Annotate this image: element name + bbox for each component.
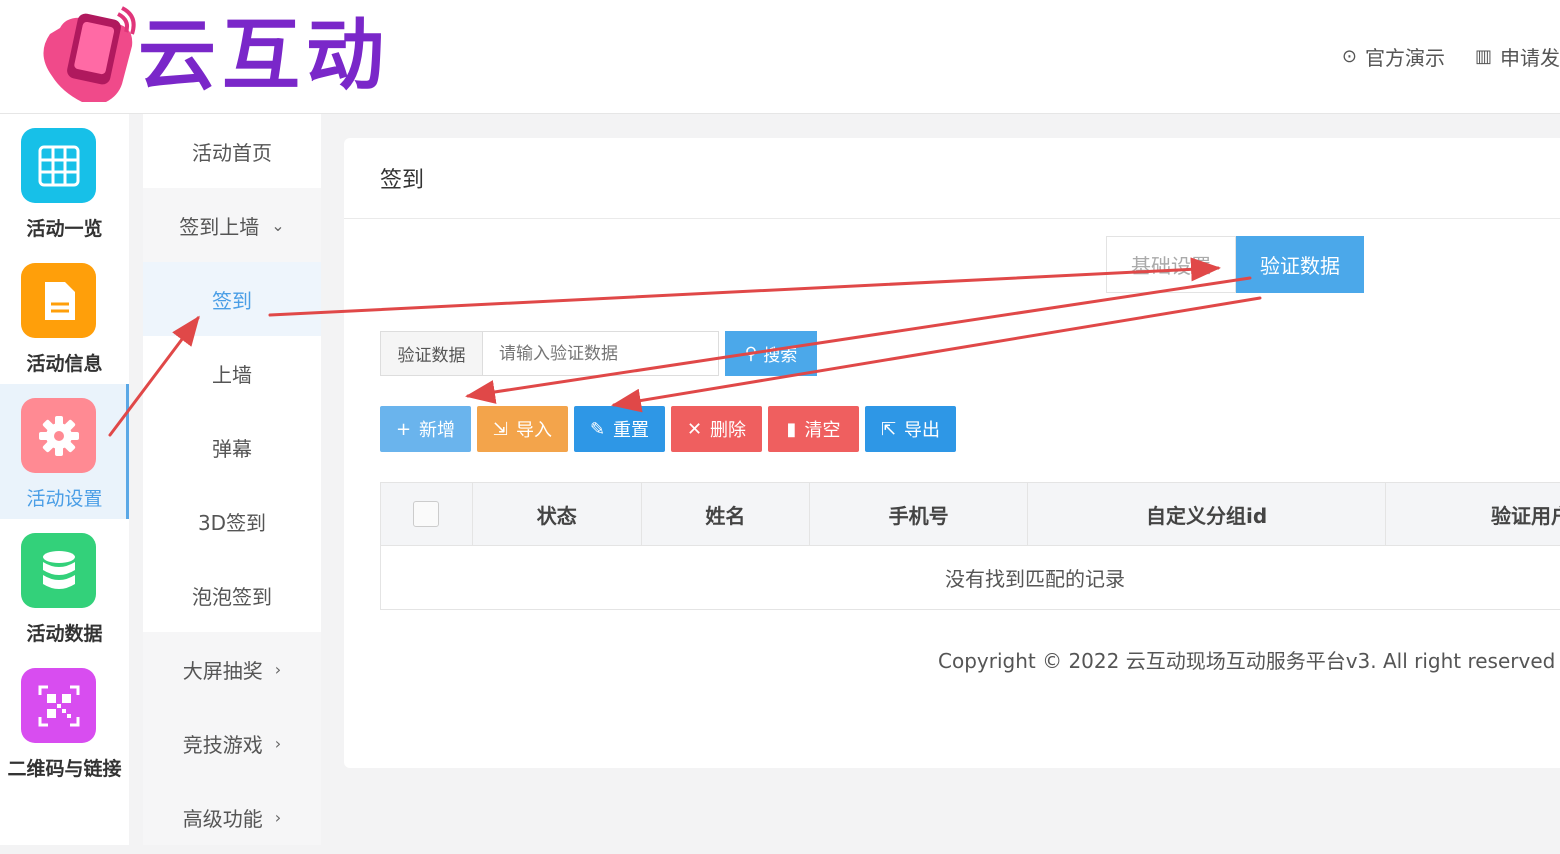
column-header-status[interactable]: 状态 bbox=[473, 483, 642, 545]
data-table: 状态 姓名 手机号 自定义分组id 验证用户 没有找到匹配的记录 bbox=[380, 482, 1560, 610]
submenu-lottery-label: 大屏抽奖 bbox=[182, 658, 263, 683]
submenu-advanced-label: 高级功能 bbox=[182, 806, 263, 831]
page-title: 签到 bbox=[380, 168, 425, 193]
rail-label-qrcode: 二维码与链接 bbox=[7, 758, 122, 780]
export-button[interactable]: ⇱ 导出 bbox=[865, 406, 956, 452]
select-all-checkbox[interactable] bbox=[413, 501, 440, 527]
chevron-right-icon: › bbox=[274, 807, 282, 827]
trash-icon: ▮ bbox=[786, 418, 797, 440]
gear-icon bbox=[21, 398, 96, 473]
rail-label-overview: 活动一览 bbox=[26, 218, 103, 240]
action-toolbar: + 新增 ⇲ 导入 ✎ 重置 ✕ 删除 ▮ 清空 ⇱ 导出 bbox=[380, 406, 956, 452]
qrcode-icon bbox=[21, 668, 96, 743]
add-button[interactable]: + 新增 bbox=[380, 406, 471, 452]
search-input[interactable] bbox=[483, 331, 719, 376]
brand-name: 云互动 bbox=[138, 11, 391, 101]
add-button-label: 新增 bbox=[419, 420, 456, 441]
database-icon bbox=[21, 533, 96, 608]
submenu-danmu-label: 弹幕 bbox=[212, 436, 252, 461]
tab-verify-data[interactable]: 验证数据 bbox=[1236, 236, 1364, 293]
copyright-footer: Copyright © 2022 云互动现场互动服务平台v3. All righ… bbox=[938, 649, 1556, 673]
apply-label: 申请发 bbox=[1500, 46, 1560, 70]
submenu-games[interactable]: 竞技游戏 › bbox=[143, 706, 321, 780]
import-button[interactable]: ⇲ 导入 bbox=[477, 406, 568, 452]
chevron-right-icon: › bbox=[274, 733, 282, 753]
top-header: 云互动 ⊙ 官方演示 ▥ 申请发 bbox=[0, 0, 1560, 114]
reset-button[interactable]: ✎ 重置 bbox=[574, 406, 665, 452]
clear-button-label: 清空 bbox=[804, 420, 841, 441]
grid-icon bbox=[21, 128, 96, 203]
delete-button-label: 删除 bbox=[710, 420, 747, 441]
settings-tabs: 基础设置 验证数据 bbox=[1106, 236, 1364, 293]
submenu-games-label: 竞技游戏 bbox=[182, 732, 263, 757]
official-demo-link[interactable]: ⊙ 官方演示 bbox=[1342, 42, 1445, 71]
submenu-signin[interactable]: 签到 bbox=[143, 262, 321, 336]
column-header-verified-user[interactable]: 验证用户 bbox=[1386, 483, 1560, 545]
barcode-icon: ▥ bbox=[1474, 46, 1492, 67]
submenu-home-label: 活动首页 bbox=[192, 140, 272, 165]
submenu-danmu[interactable]: 弹幕 bbox=[143, 410, 321, 484]
rail-item-settings[interactable]: 活动设置 bbox=[0, 384, 129, 519]
search-label: 验证数据 bbox=[380, 331, 483, 376]
column-header-phone[interactable]: 手机号 bbox=[810, 483, 1028, 545]
search-icon: ⚲ bbox=[744, 343, 758, 364]
rail-item-info[interactable]: 活动信息 bbox=[0, 249, 129, 384]
clear-button[interactable]: ▮ 清空 bbox=[768, 406, 859, 452]
phone-logo-icon bbox=[43, 6, 136, 102]
import-icon: ⇲ bbox=[492, 418, 509, 440]
export-button-label: 导出 bbox=[904, 420, 941, 441]
table-header: 状态 姓名 手机号 自定义分组id 验证用户 bbox=[380, 482, 1560, 546]
tab-basic-settings[interactable]: 基础设置 bbox=[1106, 236, 1236, 293]
rail-label-info: 活动信息 bbox=[26, 353, 103, 375]
main-sidebar: 活动一览 活动信息 活动设置 活动数据 二维码与链接 bbox=[0, 114, 129, 845]
submenu-home[interactable]: 活动首页 bbox=[143, 114, 321, 188]
rail-label-settings: 活动设置 bbox=[26, 488, 103, 510]
submenu-signin-wall-label: 签到上墙 bbox=[179, 214, 260, 239]
submenu-signin-wall[interactable]: 签到上墙 ⌄ bbox=[143, 188, 321, 262]
content-panel: 签到 基础设置 验证数据 验证数据 ⚲ 搜索 + 新增 ⇲ 导入 ✎ 重置 ✕ 删除 ▮… bbox=[344, 138, 1560, 768]
title-divider bbox=[344, 218, 1560, 219]
official-demo-label: 官方演示 bbox=[1364, 46, 1445, 70]
submenu-wall[interactable]: 上墙 bbox=[143, 336, 321, 410]
submenu-bubble-signin[interactable]: 泡泡签到 bbox=[143, 558, 321, 632]
search-button-label: 搜索 bbox=[763, 346, 798, 366]
import-button-label: 导入 bbox=[516, 420, 553, 441]
chevron-down-icon: ⌄ bbox=[271, 215, 285, 235]
empty-message: 没有找到匹配的记录 bbox=[945, 567, 1125, 591]
document-icon bbox=[21, 263, 96, 338]
rail-item-overview[interactable]: 活动一览 bbox=[0, 114, 129, 249]
search-button[interactable]: ⚲ 搜索 bbox=[725, 331, 817, 376]
export-icon: ⇱ bbox=[880, 418, 897, 440]
rail-item-qrcode[interactable]: 二维码与链接 bbox=[0, 654, 129, 789]
submenu-advanced[interactable]: 高级功能 › bbox=[143, 780, 321, 854]
eraser-icon: ✎ bbox=[589, 418, 606, 440]
submenu-signin-label: 签到 bbox=[212, 288, 252, 313]
close-icon: ✕ bbox=[686, 418, 703, 440]
rail-label-data: 活动数据 bbox=[26, 623, 103, 645]
submenu-lottery[interactable]: 大屏抽奖 › bbox=[143, 632, 321, 706]
column-header-name[interactable]: 姓名 bbox=[642, 483, 811, 545]
submenu-3d-signin[interactable]: 3D签到 bbox=[143, 484, 321, 558]
top-links: ⊙ 官方演示 ▥ 申请发 bbox=[1342, 42, 1560, 71]
sub-sidebar: 活动首页 签到上墙 ⌄ 签到 上墙 弹幕 3D签到 泡泡签到 大屏抽奖 › 竞技游戏… bbox=[143, 114, 321, 845]
reset-button-label: 重置 bbox=[613, 420, 650, 441]
plus-icon: + bbox=[395, 418, 412, 440]
column-header-group-id[interactable]: 自定义分组id bbox=[1028, 483, 1387, 545]
delete-button[interactable]: ✕ 删除 bbox=[671, 406, 762, 452]
chevron-right-icon: › bbox=[274, 659, 282, 679]
submenu-3d-signin-label: 3D签到 bbox=[197, 510, 267, 535]
table-empty-row: 没有找到匹配的记录 bbox=[380, 546, 1560, 610]
select-all-cell bbox=[381, 483, 473, 545]
submenu-bubble-signin-label: 泡泡签到 bbox=[192, 584, 272, 609]
submenu-wall-label: 上墙 bbox=[212, 362, 252, 387]
search-bar: 验证数据 ⚲ 搜索 bbox=[380, 331, 817, 376]
apply-link[interactable]: ▥ 申请发 bbox=[1475, 42, 1560, 71]
rail-item-data[interactable]: 活动数据 bbox=[0, 519, 129, 654]
play-circle-icon: ⊙ bbox=[1341, 46, 1357, 67]
